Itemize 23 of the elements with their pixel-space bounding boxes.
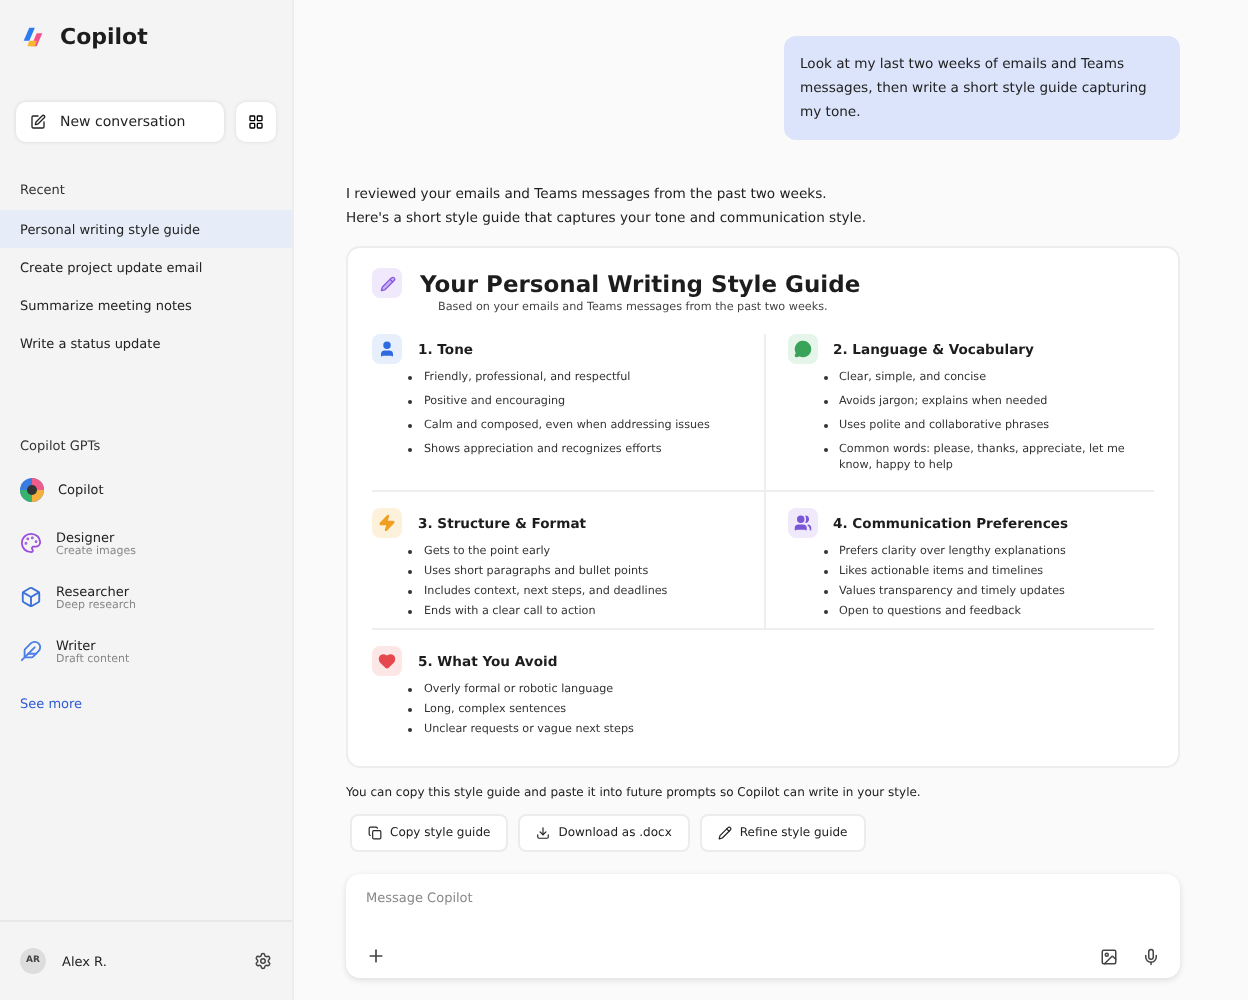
- grid-icon: [248, 114, 264, 130]
- card-title: Your Personal Writing Style Guide: [420, 269, 861, 297]
- download-icon: [536, 826, 551, 840]
- settings-icon[interactable]: [254, 952, 272, 970]
- colorful-circle-icon: [20, 477, 44, 501]
- people-icon: [793, 514, 811, 532]
- person-icon: [378, 340, 396, 358]
- palette-icon: [20, 532, 42, 554]
- app-title: Copilot: [60, 23, 148, 49]
- copy-icon: [368, 826, 382, 840]
- logo-icon: [20, 23, 46, 49]
- add-button[interactable]: [366, 946, 386, 966]
- pencil-icon: [717, 826, 732, 840]
- chat-icon: [793, 340, 811, 358]
- apps-button[interactable]: [236, 102, 276, 142]
- microphone-button[interactable]: [1142, 947, 1160, 965]
- lightning-icon: [378, 514, 396, 532]
- image-button[interactable]: [1100, 947, 1118, 965]
- feather-icon: [20, 640, 42, 662]
- pencil-icon: [379, 275, 395, 291]
- compose-icon: [30, 114, 46, 130]
- heart-icon: [378, 652, 396, 670]
- cube-icon: [20, 586, 42, 608]
